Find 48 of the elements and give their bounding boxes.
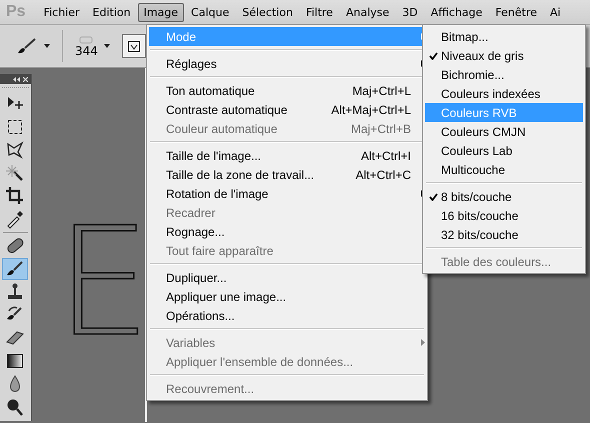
brush-panel-button[interactable] [122, 34, 146, 58]
menu-item[interactable]: 8 bits/couche [425, 187, 583, 206]
menu-item[interactable]: Contraste automatique Alt+Maj+Ctrl+L [149, 100, 425, 119]
brush-size-button[interactable]: 344 [73, 33, 112, 59]
menu-bar-item[interactable]: Edition [86, 2, 137, 22]
menu-item[interactable]: Appliquer une image... [149, 287, 425, 306]
tool-button[interactable] [2, 258, 28, 280]
menu-bar-item[interactable]: Fenêtre [489, 2, 544, 22]
stamp-icon [5, 282, 25, 302]
menu-item[interactable]: Couleurs indexées [425, 84, 583, 103]
app-logo: Ps [6, 3, 26, 21]
menu-bar-item[interactable]: Fichier [38, 2, 86, 22]
menu-bar-item[interactable]: Filtre [300, 2, 339, 22]
menu-item[interactable]: Multicouche [425, 160, 583, 179]
canvas-text: E [56, 208, 151, 358]
menu-bar-item[interactable]: Affichage [424, 2, 488, 22]
menu-item[interactable]: 32 bits/couche [425, 225, 583, 244]
brush-icon [16, 37, 38, 55]
menu-bar-item[interactable]: Image [138, 2, 184, 22]
magic-wand-icon [5, 163, 25, 183]
gradient-icon [5, 351, 25, 371]
menu-bar-item[interactable]: Calque [185, 2, 236, 22]
brush-tip-icon [79, 35, 94, 45]
menu-item[interactable]: Bitmap... [425, 27, 583, 46]
menu-item[interactable]: Taille de la zone de travail... Alt+Ctrl+C [149, 165, 425, 184]
menu-item[interactable]: Taille de l'image... Alt+Ctrl+I [149, 146, 425, 165]
menu-item[interactable]: Opérations... [149, 306, 425, 325]
collapse-icon [13, 76, 20, 82]
crop-icon [5, 186, 25, 206]
menu-bar-item[interactable]: Sélection [236, 2, 299, 22]
close-icon [23, 76, 28, 82]
menu-item[interactable]: Couleurs Lab [425, 141, 583, 160]
eyedropper-icon [5, 209, 25, 229]
menu-item[interactable]: Couleurs CMJN [425, 122, 583, 141]
rectangle-marquee-icon [5, 117, 25, 137]
caret-icon [104, 44, 110, 48]
menu-bar-item[interactable]: Ai [544, 2, 567, 22]
menu-item[interactable]: Dupliquer... [149, 268, 425, 287]
menu-item[interactable]: Ton automatique Maj+Ctrl+L [149, 81, 425, 100]
caret-icon [44, 44, 50, 48]
menu-item[interactable]: Rognage... [149, 222, 425, 241]
lasso-icon [5, 140, 25, 160]
menu-item[interactable]: Bichromie... [425, 65, 583, 84]
menu-item[interactable]: 16 bits/couche [425, 206, 583, 225]
menu-bar-item[interactable]: 3D [396, 2, 424, 22]
menu-bar-item[interactable]: Analyse [340, 2, 396, 22]
dodge-icon [5, 397, 25, 417]
menu-item[interactable]: Niveaux de gris [425, 46, 583, 65]
